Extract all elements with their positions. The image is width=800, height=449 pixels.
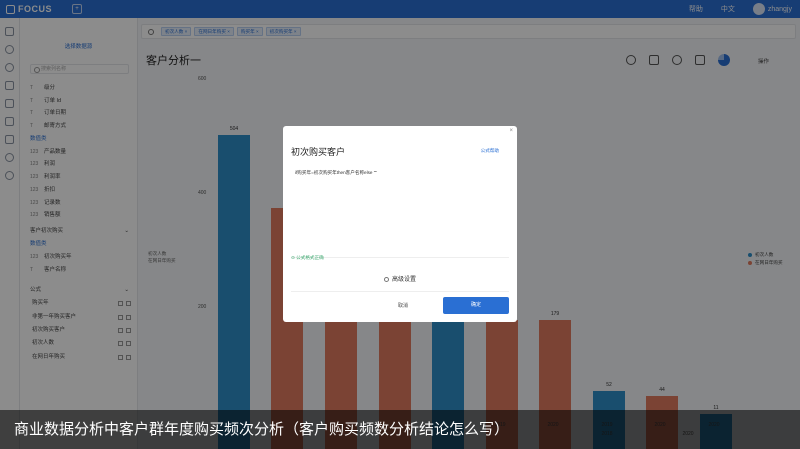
confirm-button[interactable]: 确定 xyxy=(443,297,509,314)
gear-icon xyxy=(383,276,389,282)
caption-banner: 商业数据分析中客户群年度购买频次分析（客户购买频数分析结论怎么写） xyxy=(0,410,800,449)
divider xyxy=(291,291,509,292)
advanced-settings-button[interactable]: 高级设置 xyxy=(283,274,517,283)
cancel-button[interactable]: 取消 xyxy=(373,298,433,314)
formula-editor[interactable]: if购买年=初次购买年then客户名称else "" xyxy=(291,166,509,258)
dialog-title: 初次购买客户 xyxy=(291,147,346,157)
formula-help-link[interactable]: 公式帮助 xyxy=(481,148,499,154)
formula-valid-status: ⊙ 公式格式正确 xyxy=(291,255,324,260)
formula-dialog: × 初次购买客户 公式帮助 if购买年=初次购买年then客户名称else ""… xyxy=(283,126,517,322)
close-icon[interactable]: × xyxy=(509,128,513,134)
